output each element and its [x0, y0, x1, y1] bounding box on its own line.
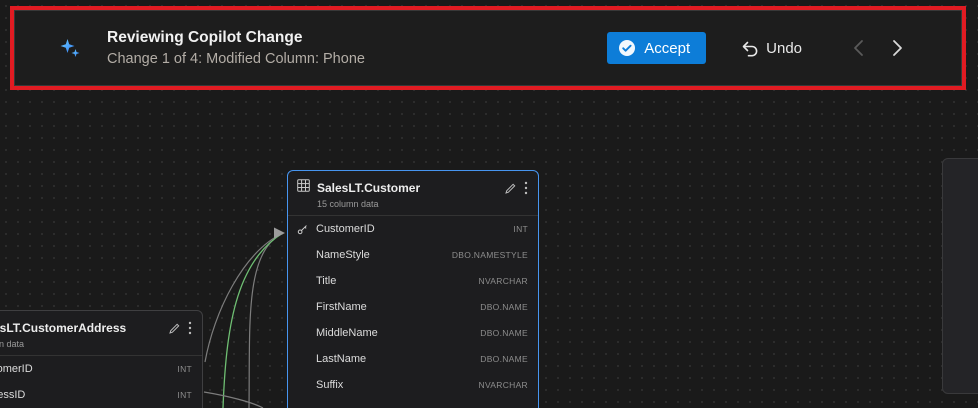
- undo-button-label: Undo: [766, 40, 802, 57]
- relationship-edge: [205, 233, 283, 362]
- copilot-sparkle-icon: [58, 36, 82, 60]
- table-title: SalesLT.CustomerAddress: [0, 321, 161, 335]
- relationship-edge-highlighted: [223, 233, 283, 408]
- copilot-review-banner: Reviewing Copilot Change Change 1 of 4: …: [10, 6, 966, 90]
- table-menu-button[interactable]: [188, 321, 192, 335]
- column-type: NVARCHAR: [479, 276, 528, 286]
- table-column-row[interactable]: LastName DBO.NAME: [288, 346, 538, 372]
- edit-table-button[interactable]: [504, 182, 517, 195]
- column-list: CustomerID INT AddressID INT: [0, 356, 202, 408]
- column-name: AddressID: [0, 389, 177, 401]
- table-menu-button[interactable]: [524, 181, 528, 195]
- column-type: DBO.NAME: [480, 328, 528, 338]
- table-column-row[interactable]: NameStyle DBO.NAMESTYLE: [288, 242, 538, 268]
- next-change-button[interactable]: [889, 36, 906, 60]
- column-name: CustomerID: [0, 363, 177, 375]
- relationship-edge: [249, 233, 283, 408]
- column-list: CustomerID INT NameStyle DBO.NAMESTYLE T…: [288, 216, 538, 398]
- column-type: DBO.NAME: [480, 354, 528, 364]
- accept-button[interactable]: Accept: [607, 32, 706, 64]
- table-column-row[interactable]: MiddleName DBO.NAME: [288, 320, 538, 346]
- column-count-label: column data: [0, 339, 202, 356]
- table-grid-icon: [297, 179, 310, 197]
- chevron-left-icon: [852, 38, 865, 58]
- table-card-customer-address[interactable]: SalesLT.CustomerAddress column data Cust…: [0, 310, 203, 408]
- column-type: NVARCHAR: [479, 380, 528, 390]
- column-name: NameStyle: [316, 249, 452, 261]
- column-type: INT: [177, 390, 192, 400]
- schema-designer-canvas[interactable]: SalesLT.CustomerAddress column data Cust…: [0, 0, 978, 408]
- column-type: INT: [177, 364, 192, 374]
- primary-key-icon: [297, 224, 316, 235]
- table-column-row[interactable]: CustomerID INT: [288, 216, 538, 242]
- table-title: SalesLT.Customer: [317, 181, 497, 195]
- table-column-row[interactable]: AddressID INT: [0, 382, 202, 408]
- table-card-partial-right[interactable]: [942, 158, 978, 394]
- column-type: INT: [513, 224, 528, 234]
- check-circle-icon: [618, 39, 636, 57]
- column-name: FirstName: [316, 301, 480, 313]
- table-card-customer[interactable]: SalesLT.Customer 15 column data Customer…: [287, 170, 539, 408]
- accept-button-label: Accept: [644, 40, 690, 57]
- table-column-row[interactable]: CustomerID INT: [0, 356, 202, 382]
- column-name: Title: [316, 275, 479, 287]
- relationship-edge: [204, 392, 263, 408]
- table-column-row[interactable]: Suffix NVARCHAR: [288, 372, 538, 398]
- column-type: DBO.NAME: [480, 302, 528, 312]
- edge-arrowhead-icon: [274, 228, 285, 239]
- chevron-right-icon: [891, 38, 904, 58]
- edit-table-button[interactable]: [168, 322, 181, 335]
- undo-arrow-icon: [740, 39, 759, 58]
- table-column-row[interactable]: FirstName DBO.NAME: [288, 294, 538, 320]
- previous-change-button[interactable]: [850, 36, 867, 60]
- banner-title: Reviewing Copilot Change: [107, 30, 365, 46]
- column-type: DBO.NAMESTYLE: [452, 250, 528, 260]
- column-name: CustomerID: [316, 223, 513, 235]
- column-name: LastName: [316, 353, 480, 365]
- column-count-label: 15 column data: [288, 199, 538, 216]
- column-name: Suffix: [316, 379, 479, 391]
- column-name: MiddleName: [316, 327, 480, 339]
- table-column-row[interactable]: Title NVARCHAR: [288, 268, 538, 294]
- banner-change-status: Change 1 of 4: Modified Column: Phone: [107, 52, 365, 67]
- undo-button[interactable]: Undo: [736, 32, 806, 64]
